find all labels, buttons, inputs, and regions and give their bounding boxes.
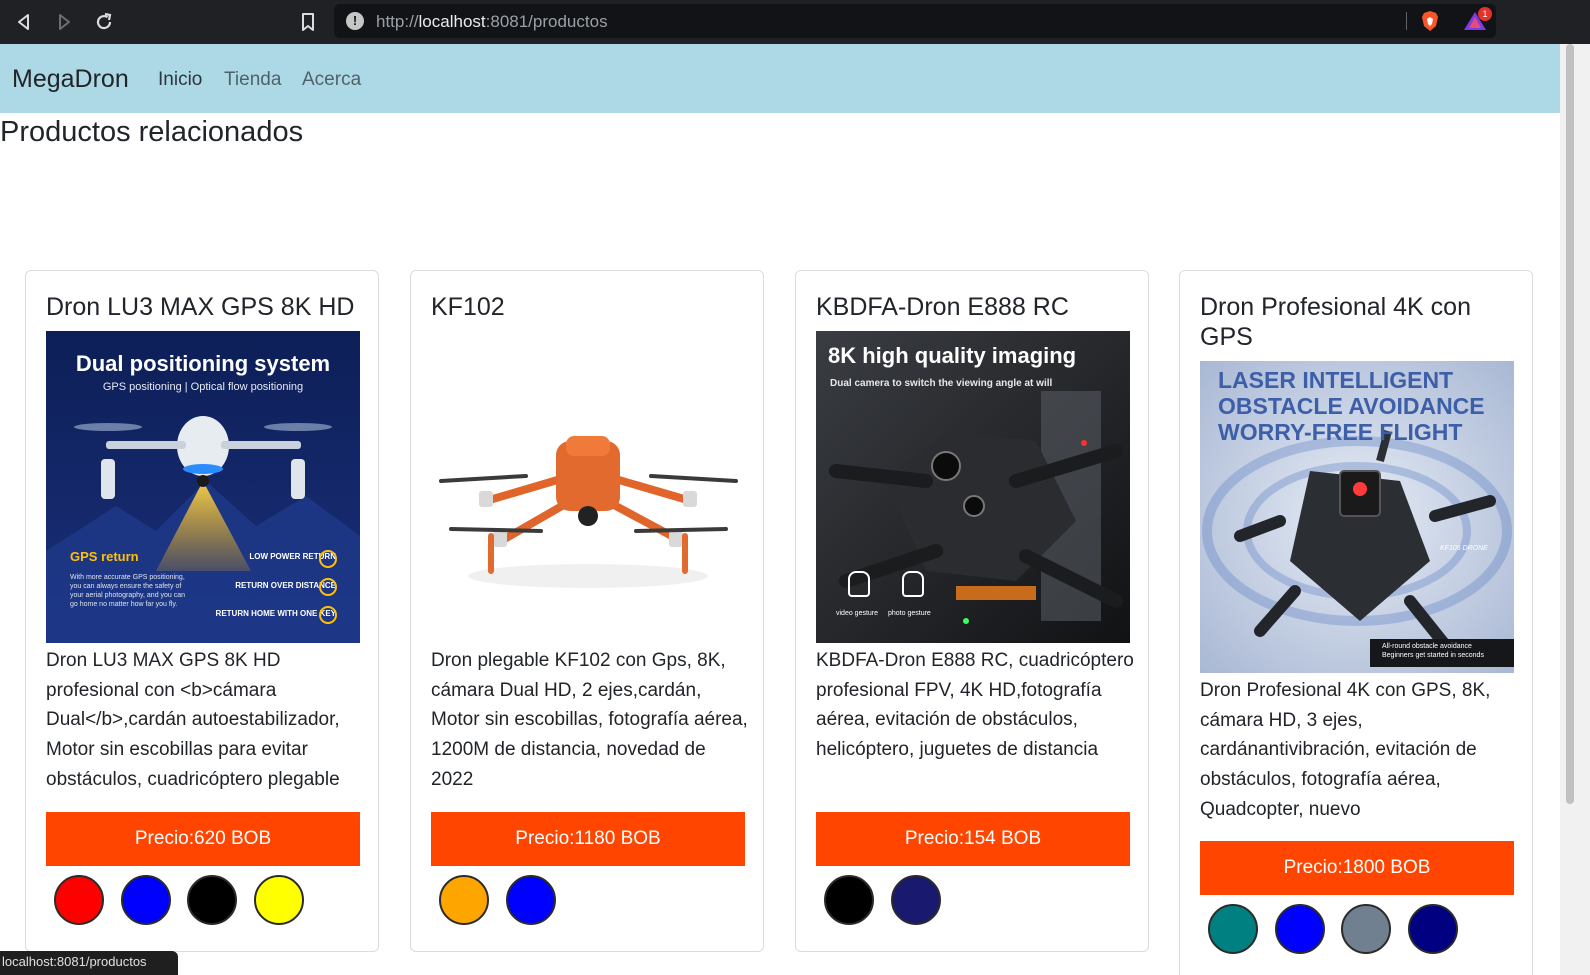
url-path: :8081/productos [485,12,608,31]
product-image[interactable]: 8K high quality imaging Dual camera to s… [816,331,1130,643]
url-host: localhost [418,12,486,31]
status-bar-url: localhost:8081/productos [0,951,178,975]
color-swatch[interactable] [891,875,941,925]
page-scrollbar[interactable] [1560,44,1590,975]
price-button[interactable]: Precio:620 BOB [46,812,360,866]
image-subline: Dual camera to switch the viewing angle … [830,378,1053,389]
product-card: KF102 Dron plegable KF102 con Gps, 8K, c… [410,270,764,952]
color-swatch[interactable] [54,875,104,925]
product-title: Dron LU3 MAX GPS 8K HD [46,293,355,321]
price-button[interactable]: Precio:1800 BOB [1200,841,1514,895]
product-description: Dron LU3 MAX GPS 8K HD profesional con <… [46,650,340,790]
forward-icon[interactable] [52,10,76,34]
bookmark-icon[interactable] [296,10,320,34]
image-subline: GPS positioning | Optical flow positioni… [102,381,304,393]
feature-low-power: LOW POWER RETURN [249,552,336,561]
product-card: KBDFA-Dron E888 RC 8K high quality imagi… [795,270,1149,952]
address-bar[interactable]: ! http://localhost:8081/productos 1 [334,4,1496,38]
product-description: Dron plegable KF102 con Gps, 8K, cámara … [431,650,748,790]
url-text[interactable]: http://localhost:8081/productos [376,12,608,32]
nav-link-acerca[interactable]: Acerca [302,69,361,91]
footer-line: All-round obstacle avoidance [1382,643,1472,650]
reload-icon[interactable] [92,10,116,34]
color-swatch[interactable] [506,875,556,925]
product-title: KBDFA-Dron E888 RC [816,293,1069,321]
image-headline: LASER INTELLIGENT OBSTACLE AVOIDANCE WOR… [1218,367,1485,445]
product-card: Dron Profesional 4K con GPS LASER INTELL… [1179,270,1533,975]
color-swatch[interactable] [824,875,874,925]
product-card: Dron LU3 MAX GPS 8K HD Dual positioning … [25,270,379,952]
feature-over-distance: RETURN OVER DISTANCE [235,581,336,590]
location-icon [319,578,337,596]
color-swatch[interactable] [1408,904,1458,954]
color-swatch[interactable] [439,875,489,925]
color-swatch[interactable] [121,875,171,925]
color-swatch[interactable] [187,875,237,925]
url-scheme: http:// [376,12,419,31]
image-headline: Dual positioning system [75,351,331,376]
color-swatch[interactable] [1208,904,1258,954]
price-button[interactable]: Precio:154 BOB [816,812,1130,866]
gps-return-note: With more accurate GPS positioning, you … [70,574,186,608]
product-title: Dron Profesional 4K con GPS [1200,293,1471,351]
site-info-icon[interactable]: ! [346,12,364,30]
product-image[interactable]: LASER INTELLIGENT OBSTACLE AVOIDANCE WOR… [1200,361,1514,673]
nav-link-tienda[interactable]: Tienda [224,69,281,91]
headline-line: WORRY-FREE FLIGHT [1218,419,1463,445]
color-swatch[interactable] [254,875,304,925]
gps-return-label: GPS return [70,549,139,564]
page-title: Productos relacionados [0,116,304,148]
product-image[interactable]: Dual positioning system GPS positioning … [46,331,360,643]
hand-gesture-icon [848,571,870,597]
gesture-label-photo: photo gesture [888,610,931,617]
color-swatch[interactable] [1275,904,1325,954]
nav-link-inicio[interactable]: Inicio [158,69,202,91]
image-footer: All-round obstacle avoidance Beginners g… [1382,642,1512,660]
price-button[interactable]: Precio:1180 BOB [431,812,745,866]
lightning-icon [319,550,337,568]
home-return-icon [319,606,337,624]
site-navbar: MegaDron Inicio Tienda Acerca [0,44,1560,113]
model-label: KF105 DRONE [1440,545,1488,552]
footer-line: Beginners get started in seconds [1382,652,1484,659]
back-icon[interactable] [12,10,36,34]
scrollbar-thumb[interactable] [1566,44,1574,804]
brave-shields-icon[interactable] [1418,9,1442,33]
rewards-badge: 1 [1478,7,1492,21]
image-headline: 8K high quality imaging [828,343,1077,368]
divider [1406,12,1407,30]
product-title: KF102 [431,293,505,321]
color-swatch[interactable] [1341,904,1391,954]
headline-line: OBSTACLE AVOIDANCE [1218,393,1485,419]
brand-logo[interactable]: MegaDron [12,65,129,94]
product-description: KBDFA-Dron E888 RC, cuadricóptero profes… [816,650,1134,761]
gesture-label-video: video gesture [836,610,879,617]
headline-line: LASER INTELLIGENT [1218,367,1454,393]
product-image[interactable] [431,331,745,643]
browser-toolbar: ! http://localhost:8081/productos 1 [0,0,1590,44]
feature-one-key: RETURN HOME WITH ONE KEY [215,609,336,618]
peace-gesture-icon [902,571,924,597]
product-description: Dron Profesional 4K con GPS, 8K, cámara … [1200,680,1491,820]
